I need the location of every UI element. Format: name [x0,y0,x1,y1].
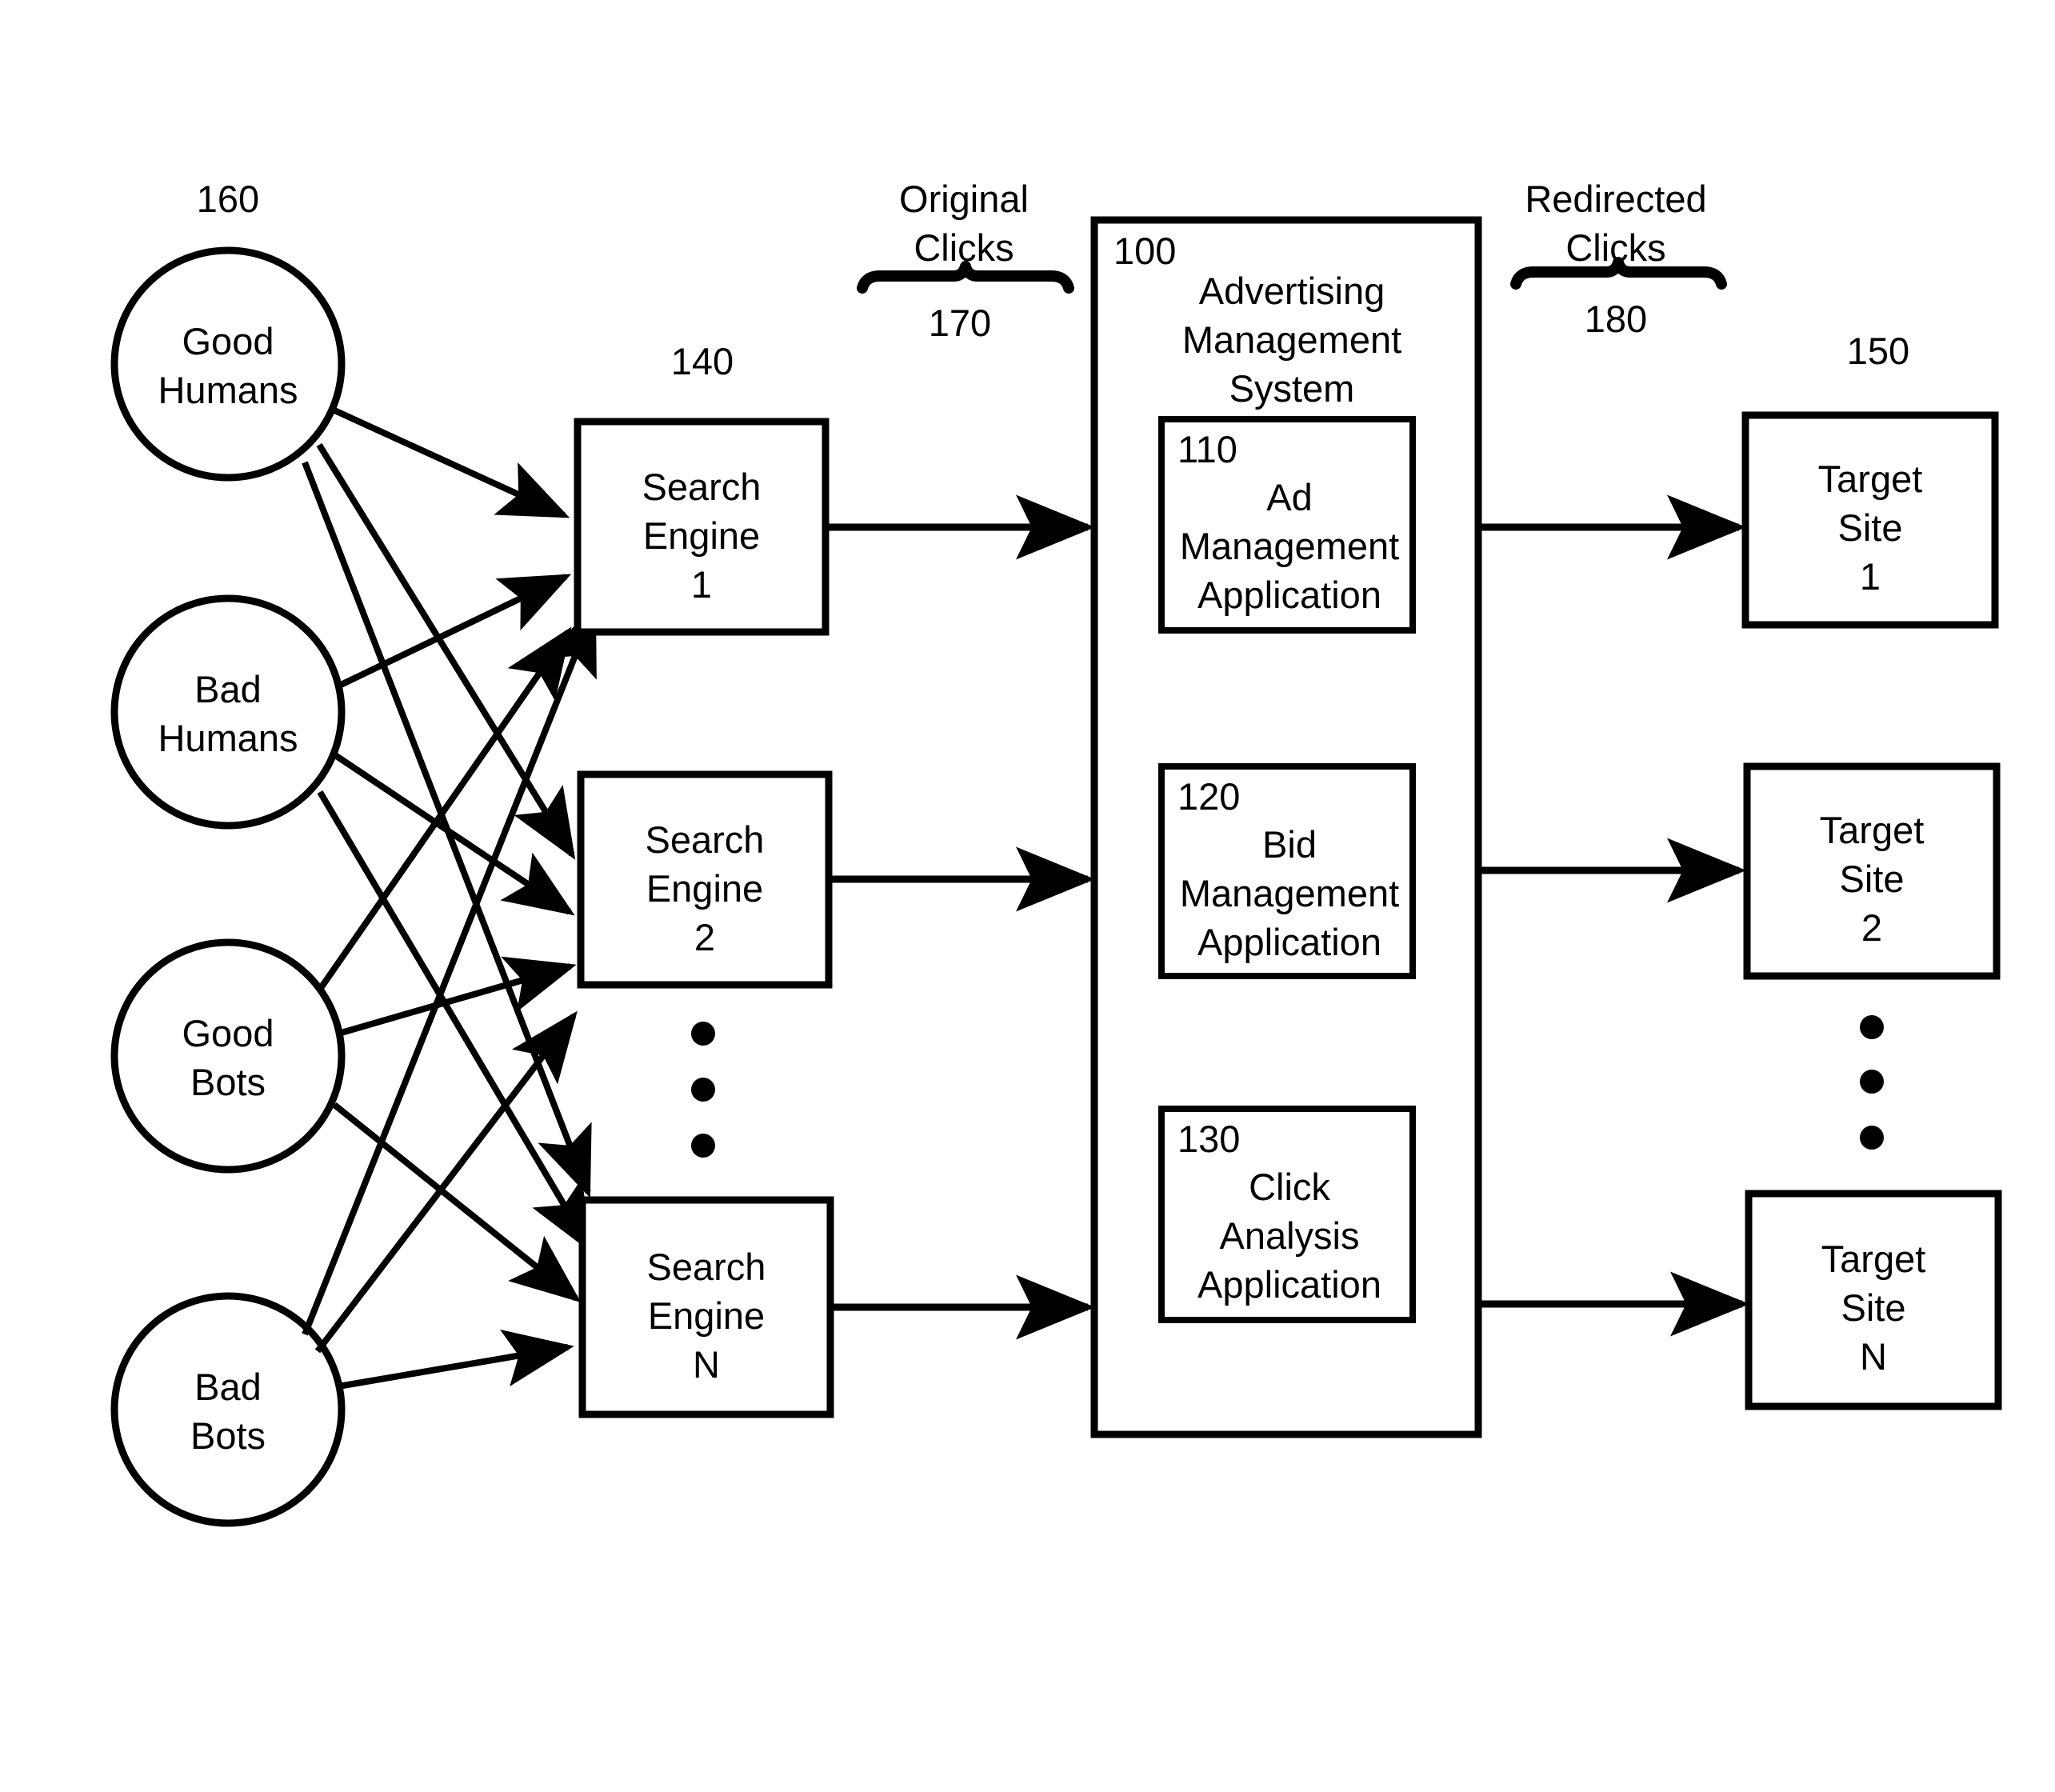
ellipsis-dot [1860,1070,1884,1094]
source-label-line1: Good [182,1012,274,1054]
ellipsis-dot [1860,1015,1884,1039]
circle-shape [110,938,346,1174]
block-diagram: 160 Good Humans Bad Humans Good Bots Bad… [110,178,2002,1527]
target-label-line3: 1 [1860,555,1881,598]
connector-bad-bots-to-engine-n [338,1329,574,1390]
app-label-line2: Management [1180,872,1399,914]
ams-to-target-connectors [1480,494,1749,1337]
app-label-line1: Ad [1266,476,1313,518]
target-site-group: 150 Target Site 1 Target Site 2 Target S… [1741,330,2002,1410]
target-site-2[interactable]: Target Site 2 [1743,762,2001,980]
engine-label-line2: Engine [646,867,763,910]
engine-label-line1: Search [646,818,765,861]
connector-good-bots-to-engine-1 [316,626,572,993]
app-label-line3: Application [1197,1263,1381,1306]
target-label-line2: Site [1838,506,1903,549]
target-label-line1: Target [1821,1238,1926,1280]
app-label-line2: Management [1180,525,1399,567]
bid-management-application[interactable]: 120 Bid Management Application [1158,763,1416,979]
redirected-clicks-label-line1: Redirected [1525,178,1706,220]
ref-number-110: 110 [1177,428,1237,470]
engine-to-ams-connectors [826,494,1095,1340]
connector-bad-humans-to-engine-n [317,790,594,1254]
connector-good-humans-to-engine-2 [316,442,576,860]
source-node-good-humans[interactable]: Good Humans [110,246,346,482]
connector-good-bots-to-engine-n [332,1102,582,1303]
engine-label-line1: Search [642,466,762,508]
ref-number-170: 170 [929,302,991,344]
source-label-line1: Bad [194,1366,262,1408]
source-node-good-bots[interactable]: Good Bots [110,938,346,1174]
search-engine-n[interactable]: Search Engine N [578,1196,834,1418]
engine-label-line3: 2 [694,916,715,958]
app-label-line3: Application [1197,921,1381,963]
engine-label-line3: N [693,1343,720,1386]
ref-number-140: 140 [671,340,734,382]
click-analysis-application[interactable]: 130 Click Analysis Application [1158,1106,1416,1323]
app-label-line1: Click [1249,1166,1330,1208]
source-node-bad-humans[interactable]: Bad Humans [110,594,346,830]
app-label-line2: Analysis [1219,1214,1359,1257]
curly-brace-original [857,261,1074,294]
source-label-line1: Good [182,320,274,362]
search-engine-2[interactable]: Search Engine 2 [577,770,833,989]
ellipsis-dot [691,1134,715,1158]
source-to-engine-connectors [302,406,597,1390]
source-label-line2: Bots [190,1414,266,1457]
target-site-n[interactable]: Target Site N [1745,1190,2002,1410]
target-label-line2: Site [1840,858,1905,900]
ref-number-130: 130 [1177,1118,1240,1160]
engine-label-line3: 1 [691,563,712,606]
target-label-line2: Site [1841,1286,1906,1329]
source-label-line2: Humans [158,369,298,411]
source-label-line2: Bots [190,1061,266,1103]
ellipsis-dot [1860,1126,1884,1150]
redirected-clicks-annotation: Redirected Clicks 180 [1510,178,1727,340]
patent-figure-canvas: 160 Good Humans Bad Humans Good Bots Bad… [0,0,2055,1792]
ref-number-150: 150 [1847,330,1909,372]
advertising-management-system[interactable]: 100 Advertising Management System 110 Ad… [1090,216,1482,1438]
ams-title-line3: System [1229,367,1355,410]
original-clicks-annotation: Original Clicks 170 [857,178,1074,344]
source-label-line2: Humans [158,717,298,759]
search-engine-1[interactable]: Search Engine 1 [574,418,830,636]
ref-number-120: 120 [1177,775,1240,818]
engine-label-line2: Engine [648,1294,765,1337]
curly-brace-redirected [1510,257,1727,290]
engine-label-line1: Search [647,1246,766,1288]
connector-good-humans-to-engine-1 [331,406,570,518]
search-engine-ellipsis [691,1022,715,1158]
target-site-1[interactable]: Target Site 1 [1741,411,1999,629]
target-label-line1: Target [1820,809,1925,851]
engine-label-line2: Engine [643,514,760,557]
ellipsis-dot [691,1078,715,1102]
target-site-ellipsis [1860,1015,1884,1150]
source-label-line1: Bad [194,668,262,710]
search-engine-group: 140 Search Engine 1 Search Engine 2 Sear… [574,340,834,1418]
target-label-line3: 2 [1861,906,1882,949]
ams-title-line2: Management [1182,318,1401,361]
target-label-line3: N [1860,1335,1887,1378]
original-clicks-label-line1: Original [899,178,1029,220]
target-label-line1: Target [1818,458,1923,500]
ams-title-line1: Advertising [1199,270,1385,312]
connector-bad-bots-to-engine-2 [314,1010,578,1354]
ref-number-160: 160 [197,178,259,220]
ref-number-100: 100 [1113,230,1176,272]
circle-shape [110,594,346,830]
circle-shape [110,246,346,482]
app-label-line3: Application [1197,574,1381,616]
app-label-line1: Bid [1262,823,1317,866]
connector-bad-humans-to-engine-2 [333,752,575,916]
ellipsis-dot [691,1022,715,1046]
ref-number-180: 180 [1585,298,1647,340]
ad-management-application[interactable]: 110 Ad Management Application [1158,416,1416,634]
